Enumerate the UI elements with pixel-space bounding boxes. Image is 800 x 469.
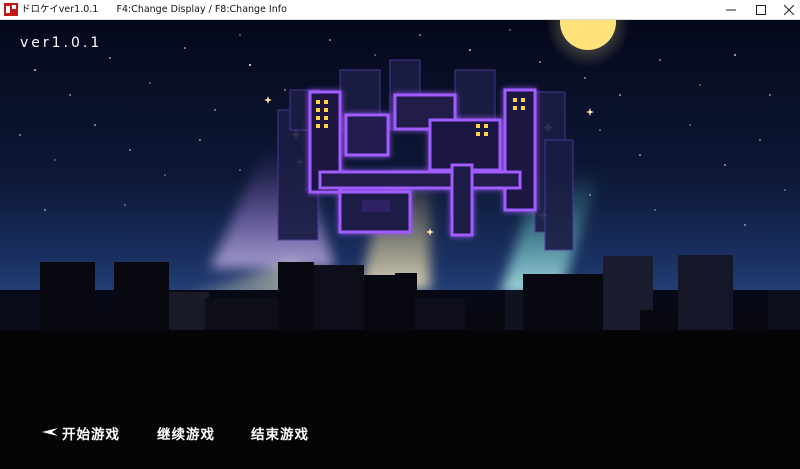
game-window: ドロケイver1.0.1 F4:Change Display / F8:Chan…: [0, 0, 800, 469]
close-icon: [784, 5, 794, 15]
title-bar[interactable]: ドロケイver1.0.1 F4:Change Display / F8:Chan…: [0, 0, 800, 20]
continue-game-button[interactable]: 继续游戏: [157, 423, 215, 443]
window-title: ドロケイver1.0.1 F4:Change Display / F8:Chan…: [21, 4, 287, 15]
maximize-icon: [756, 5, 766, 15]
app-icon: [4, 3, 18, 16]
title-menu: 开始游戏 继续游戏 结束游戏: [0, 423, 800, 443]
title-scene: [0, 20, 800, 469]
quit-game-button[interactable]: 结束游戏: [251, 423, 309, 443]
start-game-button[interactable]: 开始游戏: [62, 423, 120, 443]
version-label: ver1.0.1: [20, 35, 103, 51]
minimize-icon: [726, 9, 736, 11]
pointer-cursor-icon: [42, 428, 58, 436]
close-button[interactable]: [766, 0, 800, 20]
